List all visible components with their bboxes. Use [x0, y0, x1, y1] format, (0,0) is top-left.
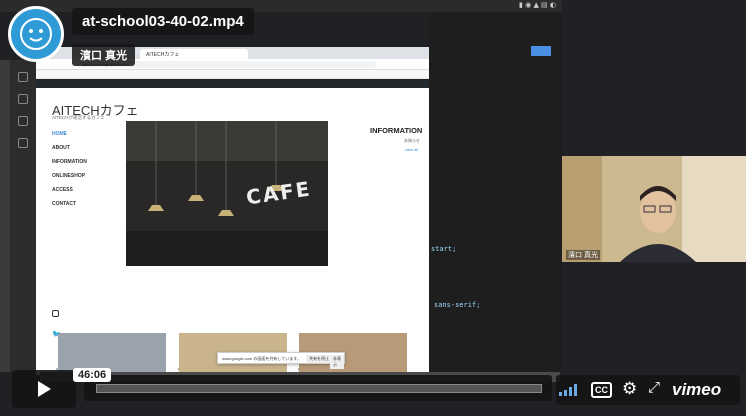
- video-frame: ▮ ◉ ▲ ▤ ◐ start; sans-serif; AITECHカフェ a…: [0, 0, 746, 416]
- time-display: 46:06: [73, 368, 112, 382]
- nav-item-home[interactable]: HOME: [52, 131, 87, 137]
- uploader-avatar[interactable]: [8, 6, 64, 62]
- fullscreen-icon[interactable]: ⤢: [648, 379, 660, 396]
- card-image: [58, 333, 166, 373]
- webcam-feed: [562, 156, 746, 262]
- nav-item-contact[interactable]: CONTACT: [52, 201, 87, 207]
- nav-item-access[interactable]: ACCESS: [52, 187, 87, 193]
- left-window-strip: [0, 60, 10, 372]
- webcam-name: 濱口 真光: [566, 250, 600, 260]
- nav-item-about[interactable]: ABOUT: [52, 145, 87, 151]
- avatar-face-icon: [20, 18, 52, 50]
- code-line: start;: [431, 245, 457, 253]
- site-tagline: AITECHが運営するカフェ: [52, 115, 105, 120]
- settings-gear-icon[interactable]: ⚙: [622, 379, 637, 399]
- webcam-person: [562, 156, 746, 262]
- video-byline[interactable]: 濱口 真光: [72, 44, 136, 66]
- volume-icon[interactable]: [558, 384, 580, 396]
- extensions-icon: [18, 138, 28, 148]
- editor-activity-bar: [10, 60, 36, 372]
- explorer-icon: [18, 72, 28, 82]
- code-editor: start; sans-serif;: [428, 12, 562, 372]
- progress-bar[interactable]: [84, 375, 552, 401]
- information-item[interactable]: お知らせ: [404, 138, 420, 144]
- video-title[interactable]: at-school03-40-02.mp4: [72, 8, 254, 35]
- nav-item-information[interactable]: INFORMATION: [52, 159, 87, 165]
- search-icon: [18, 94, 28, 104]
- editor-tab: [531, 46, 551, 56]
- progress-track[interactable]: [96, 384, 542, 393]
- play-icon: [38, 381, 51, 397]
- vimeo-logo[interactable]: vimeo: [672, 380, 721, 400]
- player-controls: CC ⚙ ⤢ vimeo: [556, 375, 740, 405]
- cc-icon[interactable]: CC: [591, 382, 612, 398]
- wp-admin-bar: [36, 79, 429, 88]
- source-control-icon: [18, 116, 28, 126]
- code-line: sans-serif;: [434, 301, 481, 309]
- browser-window: AITECHカフェ aitech.local/wp/aitechcafe/ AI…: [36, 47, 429, 375]
- instagram-icon[interactable]: [52, 310, 59, 317]
- information-view-all[interactable]: view all: [405, 147, 418, 152]
- play-button[interactable]: [12, 370, 76, 408]
- site-nav: HOME ABOUT INFORMATION ONLINESHOP ACCESS…: [52, 131, 87, 215]
- hide-button[interactable]: 非表示: [330, 355, 344, 369]
- menu-bar-status: ▮ ◉ ▲ ▤ ◐: [519, 1, 556, 9]
- bookmarks-bar: [36, 70, 429, 79]
- screen-share-notice: www.google.com の画面を共有しています。 共有を停止 非表示: [217, 352, 345, 369]
- browser-tab[interactable]: AITECHカフェ: [140, 49, 248, 59]
- nav-item-onlineshop[interactable]: ONLINESHOP: [52, 173, 87, 179]
- site-page: AITECHカフェ AITECHが運営するカフェ HOME ABOUT INFO…: [36, 88, 429, 375]
- hero-image: CAFE: [126, 121, 328, 266]
- share-notice-text: www.google.com の画面を共有しています。: [222, 356, 301, 361]
- information-heading: INFORMATION: [370, 126, 423, 135]
- stop-sharing-button[interactable]: 共有を停止: [306, 355, 332, 363]
